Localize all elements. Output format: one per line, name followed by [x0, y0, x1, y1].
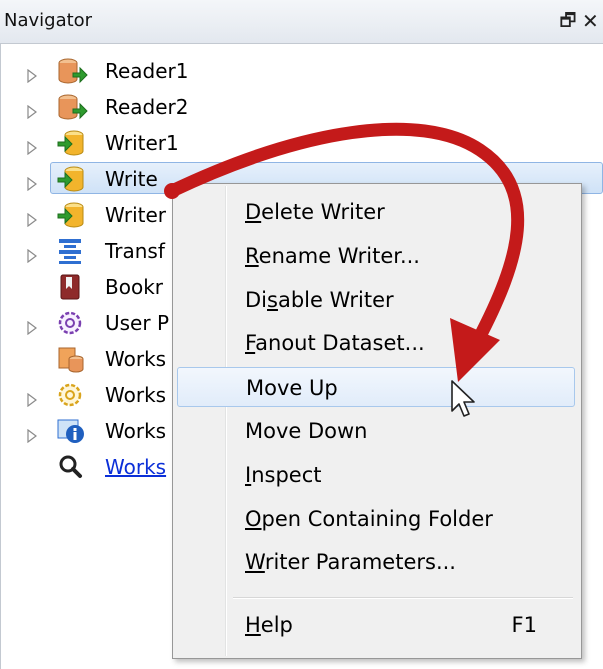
menu-item-open-containing-folder[interactable]: Open Containing Folder [177, 499, 575, 539]
menu-item-label: Disable Writer [245, 288, 394, 312]
tree-item-label: Transf [105, 239, 165, 263]
expand-triangle-icon[interactable] [27, 100, 37, 120]
close-icon[interactable]: ✕ [582, 9, 602, 33]
writer-icon [56, 201, 86, 229]
menu-item-label: Move Up [246, 376, 338, 400]
expand-triangle-icon[interactable] [27, 388, 37, 408]
panel-title: Navigator [4, 10, 93, 31]
expand-triangle-icon[interactable] [27, 244, 37, 264]
menu-item-delete-writer[interactable]: Delete Writer [177, 192, 575, 232]
transformer-icon [56, 237, 86, 265]
menu-item-label: Fanout Dataset... [245, 331, 425, 355]
menu-item-fanout-dataset[interactable]: Fanout Dataset... [177, 323, 575, 363]
expand-triangle-icon[interactable] [27, 316, 37, 336]
float-window-icon[interactable]: 🗗 [557, 9, 579, 33]
expand-triangle-icon[interactable] [27, 424, 37, 444]
context-menu: Delete Writer Rename Writer... Disable Wri… [172, 183, 582, 659]
user-parameter-icon [56, 309, 86, 337]
menu-item-label: Writer Parameters... [245, 550, 456, 574]
menu-separator [233, 597, 573, 599]
menu-item-disable-writer[interactable]: Disable Writer [177, 280, 575, 320]
tree-item-label: User P [105, 311, 170, 335]
menu-item-rename-writer[interactable]: Rename Writer... [177, 236, 575, 276]
tree-item-label: Write [105, 167, 158, 191]
menu-item-label: Delete Writer [245, 200, 385, 224]
expand-triangle-icon[interactable] [27, 136, 37, 156]
tree-item[interactable]: Reader1 [0, 53, 603, 89]
menu-item-move-down[interactable]: Move Down [177, 411, 575, 451]
tree-item-label: Works [105, 419, 167, 443]
expand-triangle-icon[interactable] [27, 208, 37, 228]
writer-icon [56, 165, 86, 193]
menu-shortcut: F1 [511, 613, 537, 637]
workspace-resources-icon [56, 345, 86, 373]
bookmark-icon [56, 273, 86, 301]
search-icon [56, 453, 86, 481]
reader-icon [56, 93, 88, 121]
tree-item[interactable]: Writer1 [0, 125, 603, 161]
expand-triangle-icon[interactable] [27, 172, 37, 192]
tree-item-label: Bookr [105, 275, 163, 299]
menu-item-inspect[interactable]: Inspect [177, 455, 575, 495]
navigator-title-bar: Navigator 🗗 ✕ [0, 0, 603, 44]
menu-item-label: Rename Writer... [245, 244, 420, 268]
writer-icon [56, 129, 86, 157]
menu-item-writer-parameters[interactable]: Writer Parameters... [177, 542, 575, 582]
tree-item-label: Works [105, 347, 167, 371]
menu-item-label: Inspect [245, 463, 322, 487]
tree-item[interactable]: Reader2 [0, 89, 603, 125]
tree-item-label: Reader1 [105, 59, 189, 83]
tree-item-label: Writer1 [105, 131, 179, 155]
workspace-info-icon [56, 417, 86, 445]
tree-item-label: Reader2 [105, 95, 189, 119]
menu-item-label: Move Down [245, 419, 368, 443]
menu-item-move-up[interactable]: Move Up [177, 367, 575, 407]
menu-item-help[interactable]: Help F1 [177, 605, 575, 645]
tree-item-label: Writer [105, 203, 167, 227]
reader-icon [56, 57, 88, 85]
menu-item-label: Help [245, 613, 293, 637]
tree-item-label: Works [105, 383, 167, 407]
menu-item-label: Open Containing Folder [245, 507, 493, 531]
tree-item-label[interactable]: Works [105, 455, 166, 479]
expand-triangle-icon[interactable] [27, 64, 37, 84]
workspace-parameters-icon [56, 381, 86, 409]
